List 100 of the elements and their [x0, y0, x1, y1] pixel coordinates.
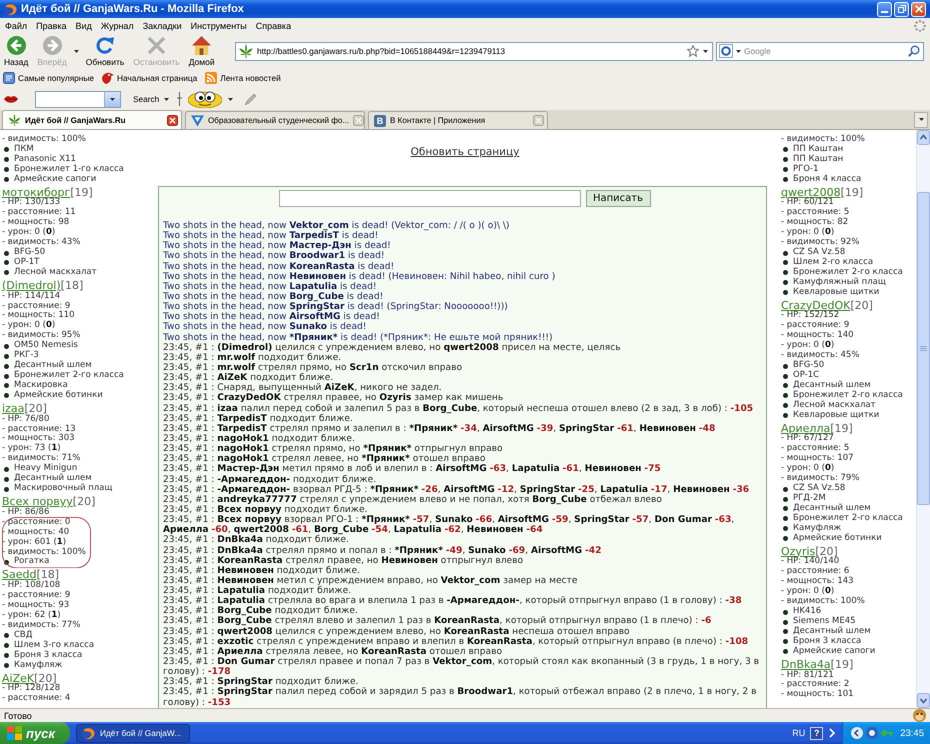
log-entry: 23:45, #1 : izaa палил перед собой и залепил 5 раз в Borg_Cube, который неспеша отошел влево (2 в зад, 3 в лоб) : -105: [163, 404, 754, 414]
log-entry: 23:45, #1 : AiZeK подходит ближе.: [163, 373, 334, 384]
bullet-icon: [783, 516, 788, 522]
menu-item[interactable]: Вид: [76, 21, 92, 31]
face-icon[interactable]: [913, 709, 926, 722]
menu-item[interactable]: Файл: [5, 21, 28, 31]
tab[interactable]: Идёт бой // GanjaWars.Ru: [2, 110, 182, 129]
player-name-link[interactable]: (Dimedrol): [2, 278, 61, 292]
player-name-link[interactable]: Ариелла: [781, 420, 830, 434]
search-bar[interactable]: Google: [716, 42, 924, 60]
caret-icon[interactable]: [228, 98, 234, 100]
menu-item[interactable]: Закладки: [142, 21, 182, 31]
stat-line: - расстояние: 4: [2, 694, 70, 704]
menu-item[interactable]: Правка: [36, 21, 67, 31]
reload-button[interactable]: Обновить: [84, 34, 126, 68]
log-entry: 23:45, #1 : exzotic стрелял с упреждением вправо и влепил в KoreanRasta, который отпрыгнул вправо (в плечо) : -108: [163, 636, 748, 647]
bullet-icon: [783, 496, 788, 502]
search-field[interactable]: Google: [744, 44, 905, 58]
bullet-icon: [4, 374, 9, 379]
equipment-item: Маскировочный плащ: [14, 484, 112, 494]
chevron-icon[interactable]: [829, 728, 836, 738]
equipment-item: CZ SA Vz.58: [793, 248, 846, 258]
equipment-item: Камуфляж: [793, 524, 842, 534]
player-name-link[interactable]: мотокиборг: [2, 184, 70, 198]
log-entry: 23:45, #1 : Don Gumar стрелял правее и попал 7 раз в Vektor_com, который стоял как вкопанный (3 в грудь, 1 в ногу, 3 в голову) : -178: [163, 657, 760, 678]
close-icon[interactable]: [167, 114, 178, 126]
log-entry: 23:45, #1 : Всех порвуу взорвал РГО-1 : *Пряник* -57, Sunako -66, AirsoftMG -59, SpringStar -57, Don Gumar -63, Ариелла -60, qwert2008 -61, Borg_Cube -54, Lapatulia -62, Невиновен -64: [163, 515, 736, 536]
equipment-item: HK416: [793, 607, 822, 616]
help-button[interactable]: ?: [810, 726, 824, 740]
taskbar-window-button[interactable]: Идёт бой // GanjaW...: [76, 724, 190, 742]
dropdown-button[interactable]: [104, 92, 120, 106]
caret-icon[interactable]: [703, 50, 708, 52]
message-field[interactable]: [278, 190, 580, 207]
language-indicator[interactable]: RU: [792, 728, 806, 738]
equipment-item: Рогатка: [14, 557, 50, 568]
start-button[interactable]: пуск: [0, 722, 70, 744]
stat-line: - мощность: 110: [2, 311, 75, 320]
scroll-up-icon[interactable]: [917, 130, 930, 145]
bookmark-item[interactable]: Самые популярные: [3, 72, 94, 84]
player-name-link[interactable]: CrazyDedOK: [781, 298, 850, 312]
caret-icon[interactable]: [74, 50, 79, 52]
player-name-link[interactable]: DnBka4a: [781, 656, 831, 670]
player-name-link[interactable]: AiZeK: [2, 670, 34, 684]
player-level: [19]: [830, 420, 853, 434]
menu-item[interactable]: Справка: [256, 21, 292, 31]
restore-button[interactable]: [894, 2, 909, 16]
bookmark-item[interactable]: Начальная страница: [102, 72, 198, 84]
tab[interactable]: В В Контакте | Приложения: [368, 111, 548, 129]
caret-icon: [918, 118, 924, 121]
pencil-icon[interactable]: [245, 94, 256, 104]
back-circle-icon[interactable]: [851, 727, 864, 739]
ring-icon[interactable]: [719, 44, 733, 58]
equipment-item: СВД: [14, 630, 32, 640]
tab-list-button[interactable]: [914, 112, 928, 128]
window-title: Идёт бой // GanjaWars.Ru - Mozilla Firefox: [21, 3, 244, 15]
player-name-link[interactable]: Ozyris: [781, 544, 816, 558]
log-entry: 23:45, #1 : nagoHok1 стрелял левее, но *Пряник* отошел вправо: [163, 454, 486, 464]
player-name-link[interactable]: izaa: [2, 400, 24, 415]
log-entry: Two shots in the head, now TarpedisT is dead!: [163, 231, 378, 242]
close-button[interactable]: [911, 2, 926, 16]
refresh-link[interactable]: Обновить страницу: [410, 146, 520, 158]
send-button[interactable]: Написать: [586, 190, 650, 207]
stat-line: - мощность: 303: [2, 434, 75, 444]
equipment-item: Heavy Minigun: [14, 464, 78, 474]
stat-line: - урон: 0 (0): [781, 228, 834, 238]
crossbar-icon[interactable]: [177, 92, 182, 106]
equipment-item: Лесной маскхалат: [14, 268, 97, 278]
scrollbar-thumb[interactable]: [917, 192, 930, 505]
player-name-link[interactable]: Всех порвуу: [2, 494, 73, 508]
circle-icon[interactable]: [866, 727, 878, 739]
logo-badge: В: [374, 114, 386, 126]
back-button[interactable]: Назад: [2, 34, 30, 68]
scrollbar[interactable]: [916, 130, 930, 708]
menu-item[interactable]: Инструменты: [190, 21, 247, 31]
scroll-down-icon[interactable]: [917, 693, 930, 708]
player-name-link[interactable]: Saedd: [2, 567, 36, 582]
player-name-link[interactable]: qwert2008: [781, 184, 841, 198]
home-button[interactable]: Домой: [186, 34, 217, 68]
caret-icon[interactable]: [736, 50, 741, 52]
minimize-button[interactable]: [877, 2, 892, 16]
menu-item[interactable]: Журнал: [100, 21, 134, 31]
bullet-icon: [783, 147, 788, 152]
bullet-icon: [783, 290, 788, 296]
bookmark-item[interactable]: Лента новостей: [205, 72, 281, 84]
address-field[interactable]: http://battles0.ganjawars.ru/b.php?bid=1065188449&r=1239479113: [257, 44, 683, 58]
equipment-item: OP-1C: [793, 371, 820, 380]
star-icon[interactable]: [687, 45, 699, 57]
reload-icon: [96, 36, 115, 54]
equipment-item: Siemens ME45: [793, 617, 856, 626]
address-bar[interactable]: http://battles0.ganjawars.ru/b.php?bid=1065188449&r=1239479113: [235, 42, 713, 60]
page-icon: [3, 72, 15, 84]
search-icon[interactable]: [908, 45, 920, 57]
smiley-icon[interactable]: [188, 90, 222, 108]
stat-line: - HP: 128/128: [2, 684, 60, 694]
stat-line: - расстояние: 2: [781, 680, 850, 690]
triangle-icon: [191, 114, 204, 126]
bullet-icon: [783, 413, 788, 418]
lips-icon[interactable]: [4, 94, 18, 104]
tab[interactable]: Образовательный студенческий фо...: [185, 111, 365, 129]
search-button[interactable]: Search: [131, 94, 172, 104]
